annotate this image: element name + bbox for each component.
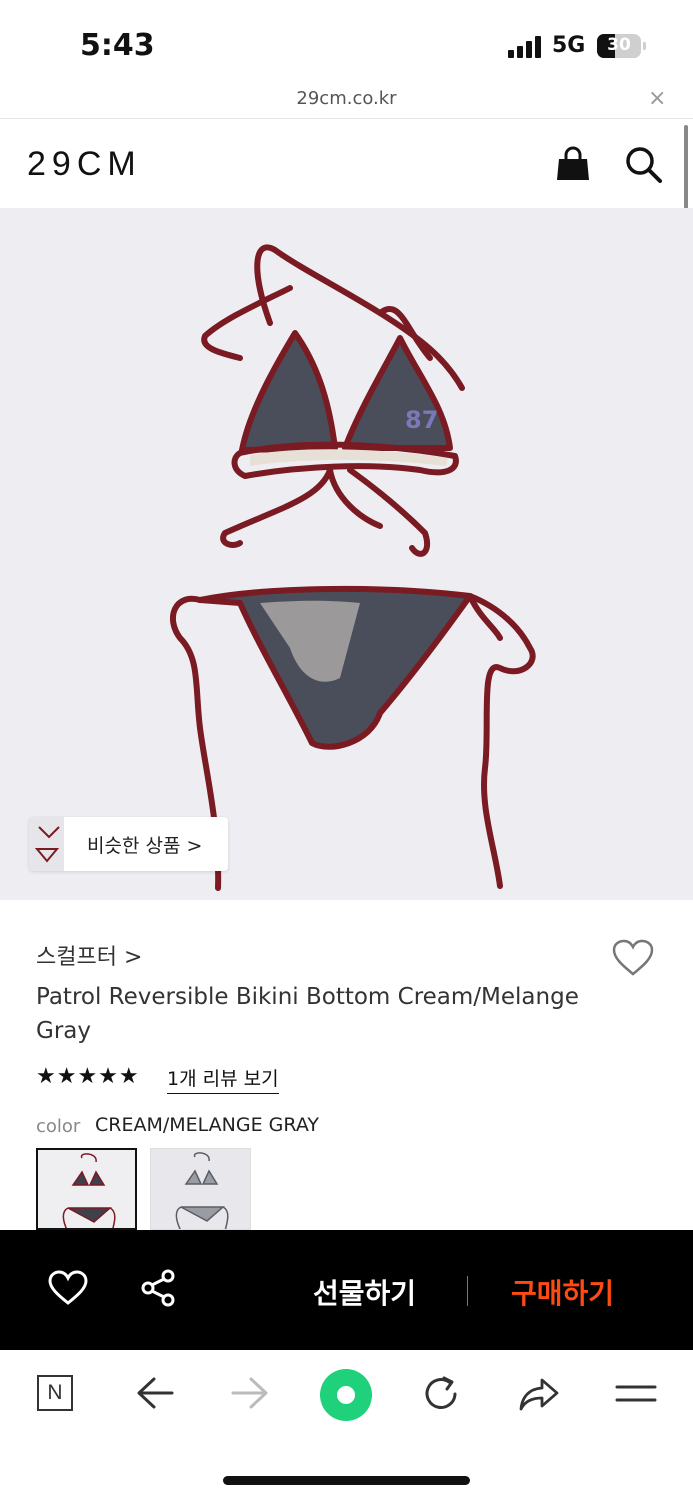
clock: 5:43 bbox=[80, 28, 155, 63]
similar-products-label[interactable]: 비슷한 상품 > bbox=[87, 831, 202, 858]
heart-icon[interactable] bbox=[48, 1270, 88, 1306]
bag-icon[interactable] bbox=[555, 146, 591, 182]
product-title: Patrol Reversible Bikini Bottom Cream/Me… bbox=[36, 984, 579, 1044]
reload-icon[interactable] bbox=[422, 1374, 462, 1414]
status-bar: 5:43 5G 30 bbox=[0, 0, 693, 88]
wishlist-heart-icon[interactable] bbox=[612, 939, 654, 977]
bikini-illustration: 87 bbox=[169, 244, 536, 891]
divider bbox=[467, 1276, 468, 1306]
forward-arrow-icon[interactable] bbox=[231, 1376, 269, 1410]
signal-icon bbox=[508, 36, 542, 58]
gift-button[interactable]: 선물하기 bbox=[313, 1272, 416, 1312]
share-icon[interactable] bbox=[138, 1268, 178, 1308]
back-arrow-icon[interactable] bbox=[136, 1376, 174, 1410]
home-indicator[interactable] bbox=[223, 1476, 470, 1485]
purchase-bar: 선물하기 구매하기 bbox=[0, 1230, 693, 1350]
review-link[interactable]: 1개 리뷰 보기 bbox=[167, 1064, 279, 1094]
battery-icon: 30 bbox=[597, 34, 641, 58]
url-bar[interactable]: 29cm.co.kr × bbox=[0, 86, 693, 119]
site-header: 29CM bbox=[0, 119, 693, 208]
menu-icon[interactable] bbox=[615, 1383, 657, 1405]
battery-level: 30 bbox=[607, 35, 631, 55]
rating-stars: ★★★★★ bbox=[36, 1064, 140, 1089]
color-swatch[interactable] bbox=[150, 1148, 251, 1230]
similar-thumbnail bbox=[29, 817, 64, 871]
color-swatch-selected[interactable] bbox=[36, 1148, 137, 1230]
svg-text:87: 87 bbox=[405, 406, 438, 434]
brand-link[interactable]: 스컬프터 > bbox=[36, 939, 142, 971]
color-value: CREAM/MELANGE GRAY bbox=[95, 1114, 319, 1136]
network-label: 5G bbox=[552, 33, 586, 58]
close-icon[interactable]: × bbox=[648, 86, 666, 111]
buy-button[interactable]: 구매하기 bbox=[511, 1272, 614, 1312]
n-home-icon[interactable]: N bbox=[37, 1375, 73, 1411]
similar-products-button[interactable]: 비슷한 상품 > bbox=[29, 817, 228, 871]
green-dot-icon[interactable] bbox=[319, 1368, 373, 1422]
url-text[interactable]: 29cm.co.kr bbox=[0, 88, 693, 109]
share-arrow-icon[interactable] bbox=[518, 1376, 560, 1412]
color-label: color bbox=[36, 1116, 81, 1137]
logo[interactable]: 29CM bbox=[27, 145, 142, 184]
search-icon[interactable] bbox=[624, 145, 664, 185]
product-image[interactable]: 87 bbox=[0, 208, 693, 900]
